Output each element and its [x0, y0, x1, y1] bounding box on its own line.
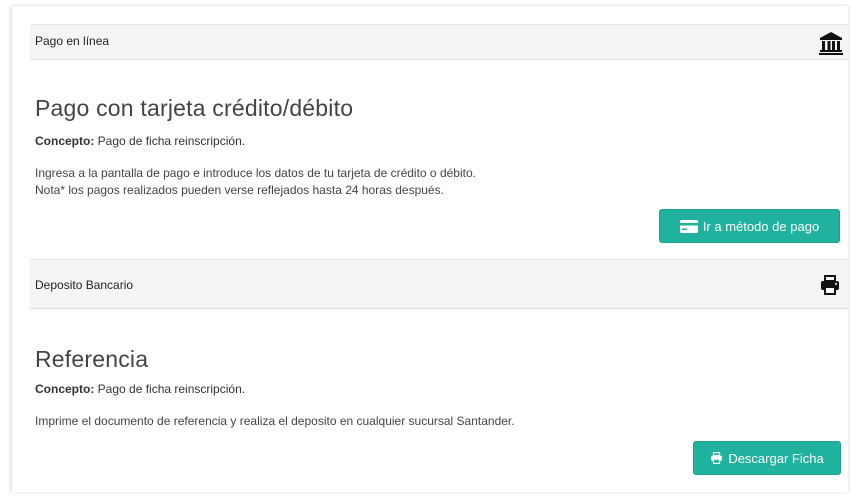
concept-value: Pago de ficha reinscripción.	[94, 134, 246, 148]
note-line: Nota* los pagos realizados pueden verse …	[35, 183, 444, 197]
download-slip-button[interactable]: Descargar Ficha	[693, 441, 841, 475]
bank-deposit-heading-label: Deposito Bancario	[35, 278, 134, 292]
page: Pago en línea Pago con tarjeta crédito/d…	[0, 0, 851, 497]
online-payment-heading: Pago en línea	[30, 24, 848, 60]
credit-card-icon	[679, 219, 698, 233]
online-payment-heading-label: Pago en línea	[35, 34, 110, 48]
card-payment-title: Pago con tarjeta crédito/débito	[35, 95, 354, 121]
print-icon	[821, 275, 839, 295]
print-icon	[711, 452, 723, 464]
bank-deposit-heading: Deposito Bancario	[30, 259, 848, 309]
reference-concept: Concepto: Pago de ficha reinscripción.	[35, 382, 245, 396]
card-payment-concept: Concepto: Pago de ficha reinscripción.	[35, 134, 245, 148]
reference-instructions: Imprime el documento de referencia y rea…	[35, 414, 515, 428]
concept-value: Pago de ficha reinscripción.	[94, 382, 246, 396]
bank-icon	[819, 32, 843, 55]
reference-title: Referencia	[35, 346, 149, 372]
go-to-payment-method-button[interactable]: Ir a método de pago	[659, 209, 840, 243]
concept-label: Concepto:	[35, 382, 95, 396]
payment-card: Pago en línea Pago con tarjeta crédito/d…	[12, 6, 848, 492]
card-payment-instructions: Ingresa a la pantalla de pago e introduc…	[35, 165, 476, 199]
download-slip-label: Descargar Ficha	[728, 450, 824, 466]
concept-label: Concepto:	[35, 134, 95, 148]
instruction-line: Ingresa a la pantalla de pago e introduc…	[35, 166, 476, 180]
go-to-payment-method-label: Ir a método de pago	[702, 218, 820, 234]
